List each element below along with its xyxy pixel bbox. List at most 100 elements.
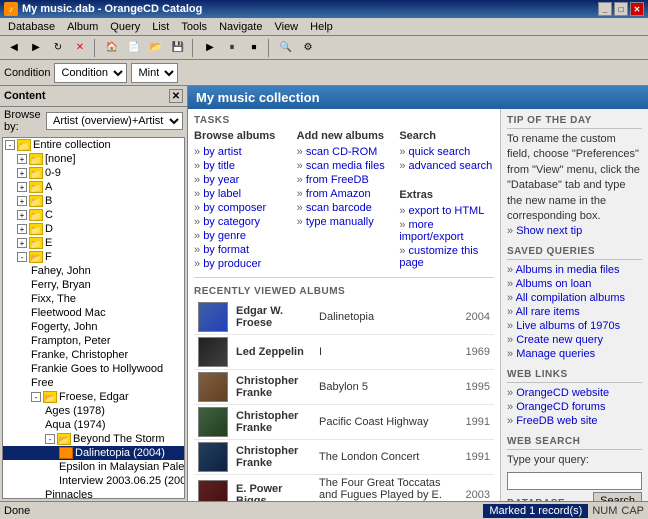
list-item[interactable]: Fogerty, John (3, 320, 184, 334)
menu-item-query[interactable]: Query (104, 20, 146, 34)
list-item[interactable]: Franke, Christopher (3, 348, 184, 362)
menu-item-list[interactable]: List (146, 20, 175, 34)
table-row[interactable]: Christopher FrankeBabylon 51995 (194, 370, 494, 405)
pause-button[interactable]: ⏸ (222, 38, 242, 58)
list-item[interactable]: Frampton, Peter (3, 334, 184, 348)
expand-icon[interactable]: + (17, 168, 27, 178)
settings-button[interactable]: ⚙ (298, 38, 318, 58)
menu-item-album[interactable]: Album (61, 20, 104, 34)
maximize-button[interactable]: □ (614, 2, 628, 16)
list-item[interactable]: Ages (1978) (3, 404, 184, 418)
expand-icon[interactable]: + (17, 196, 27, 206)
list-item[interactable]: Epsilon in Malaysian Pale (3, 460, 184, 474)
export-html-link[interactable]: export to HTML (399, 204, 494, 218)
web-link[interactable]: OrangeCD website (507, 386, 642, 400)
close-button[interactable]: ✕ (630, 2, 644, 16)
quick-search-link[interactable]: quick search (399, 145, 494, 159)
table-row[interactable]: Led ZeppelinI1969 (194, 335, 494, 370)
stop-button[interactable]: ✕ (70, 38, 90, 58)
expand-icon[interactable]: - (45, 434, 55, 444)
list-item[interactable]: Dalinetopia (2004) (3, 446, 184, 460)
list-item[interactable]: Interview 2003.06.25 (2003) (3, 474, 184, 488)
new-button[interactable]: 📄 (124, 38, 144, 58)
save-button[interactable]: 💾 (168, 38, 188, 58)
close-content-button[interactable]: ✕ (169, 89, 183, 103)
list-item[interactable]: + 📁 E (3, 236, 184, 250)
expand-icon[interactable]: + (17, 210, 27, 220)
minimize-button[interactable]: _ (598, 2, 612, 16)
web-search-input[interactable] (507, 472, 642, 490)
expand-icon[interactable]: - (17, 252, 27, 262)
list-item[interactable]: Frankie Goes to Hollywood (3, 362, 184, 376)
saved-query-link[interactable]: Live albums of 1970s (507, 319, 642, 333)
expand-icon[interactable]: - (5, 140, 15, 150)
manage-queries-link[interactable]: Manage queries (507, 347, 642, 361)
menu-item-navigate[interactable]: Navigate (213, 20, 268, 34)
scan-media-link[interactable]: scan media files (297, 159, 392, 173)
list-item[interactable]: Free (3, 376, 184, 390)
saved-query-link[interactable]: All rare items (507, 305, 642, 319)
list-item[interactable]: Fleetwood Mac (3, 306, 184, 320)
list-item[interactable]: Fixx, The (3, 292, 184, 306)
from-freedb-link[interactable]: from FreeDB (297, 173, 392, 187)
list-item[interactable]: - 📂 Froese, Edgar (3, 390, 184, 404)
import-export-link[interactable]: more import/export (399, 218, 494, 244)
expand-icon[interactable]: + (17, 238, 27, 248)
web-link[interactable]: OrangeCD forums (507, 400, 642, 414)
condition-combo[interactable]: Condition (54, 63, 127, 83)
browse-by-title-link[interactable]: by title (194, 159, 289, 173)
browse-by-category-link[interactable]: by category (194, 215, 289, 229)
saved-query-link[interactable]: All compilation albums (507, 291, 642, 305)
list-item[interactable]: + 📁 A (3, 180, 184, 194)
list-item[interactable]: Pinnacles (3, 488, 184, 499)
browse-by-artist-link[interactable]: by artist (194, 145, 289, 159)
customize-page-link[interactable]: customize this page (399, 244, 494, 270)
saved-query-link[interactable]: Albums in media files (507, 263, 642, 277)
advanced-search-link[interactable]: advanced search (399, 159, 494, 173)
web-link[interactable]: FreeDB web site (507, 414, 642, 428)
browse-by-combo[interactable]: Artist (overview)+Artist (46, 112, 183, 130)
list-item[interactable]: + 📁 0-9 (3, 166, 184, 180)
browse-by-composer-link[interactable]: by composer (194, 201, 289, 215)
scan-barcode-link[interactable]: scan barcode (297, 201, 392, 215)
browse-by-year-link[interactable]: by year (194, 173, 289, 187)
list-item[interactable]: Ferry, Bryan (3, 278, 184, 292)
list-item[interactable]: - 📂 F (3, 250, 184, 264)
list-item[interactable]: + 📁 C (3, 208, 184, 222)
expand-icon[interactable]: + (17, 224, 27, 234)
home-button[interactable]: 🏠 (102, 38, 122, 58)
list-item[interactable]: Aqua (1974) (3, 418, 184, 432)
browse-by-format-link[interactable]: by format (194, 243, 289, 257)
browse-by-label-link[interactable]: by label (194, 187, 289, 201)
menu-item-tools[interactable]: Tools (175, 20, 213, 34)
menu-item-help[interactable]: Help (304, 20, 339, 34)
tree-area[interactable]: - 📁 Entire collection + 📁 [none] + 📁 0-9… (2, 137, 185, 499)
stop2-button[interactable]: ⏹ (244, 38, 264, 58)
table-row[interactable]: E. Power BiggsThe Four Great Toccatas an… (194, 475, 494, 502)
type-manually-link[interactable]: type manually (297, 215, 392, 229)
list-item[interactable]: Fahey, John (3, 264, 184, 278)
create-query-link[interactable]: Create new query (507, 333, 642, 347)
menu-item-database[interactable]: Database (2, 20, 61, 34)
forward-button[interactable]: ▶ (26, 38, 46, 58)
table-row[interactable]: Edgar W. FroeseDalinetopia2004 (194, 300, 494, 335)
table-row[interactable]: Christopher FrankeThe London Concert1991 (194, 440, 494, 475)
list-item[interactable]: + 📁 B (3, 194, 184, 208)
browse-by-genre-link[interactable]: by genre (194, 229, 289, 243)
back-button[interactable]: ◀ (4, 38, 24, 58)
browse-by-producer-link[interactable]: by producer (194, 257, 289, 271)
refresh-button[interactable]: ↻ (48, 38, 68, 58)
from-amazon-link[interactable]: from Amazon (297, 187, 392, 201)
menu-item-view[interactable]: View (268, 20, 304, 34)
tree-root[interactable]: - 📁 Entire collection (3, 138, 184, 152)
expand-icon[interactable]: - (31, 392, 41, 402)
scan-cdrom-link[interactable]: scan CD-ROM (297, 145, 392, 159)
open-button[interactable]: 📂 (146, 38, 166, 58)
expand-icon[interactable]: + (17, 182, 27, 192)
show-next-tip-link[interactable]: Show next tip (507, 224, 642, 238)
saved-query-link[interactable]: Albums on loan (507, 277, 642, 291)
list-item[interactable]: - 📂 Beyond The Storm (3, 432, 184, 446)
search-button[interactable]: 🔍 (276, 38, 296, 58)
list-item[interactable]: + 📁 D (3, 222, 184, 236)
mint-combo[interactable]: Mint (131, 63, 178, 83)
